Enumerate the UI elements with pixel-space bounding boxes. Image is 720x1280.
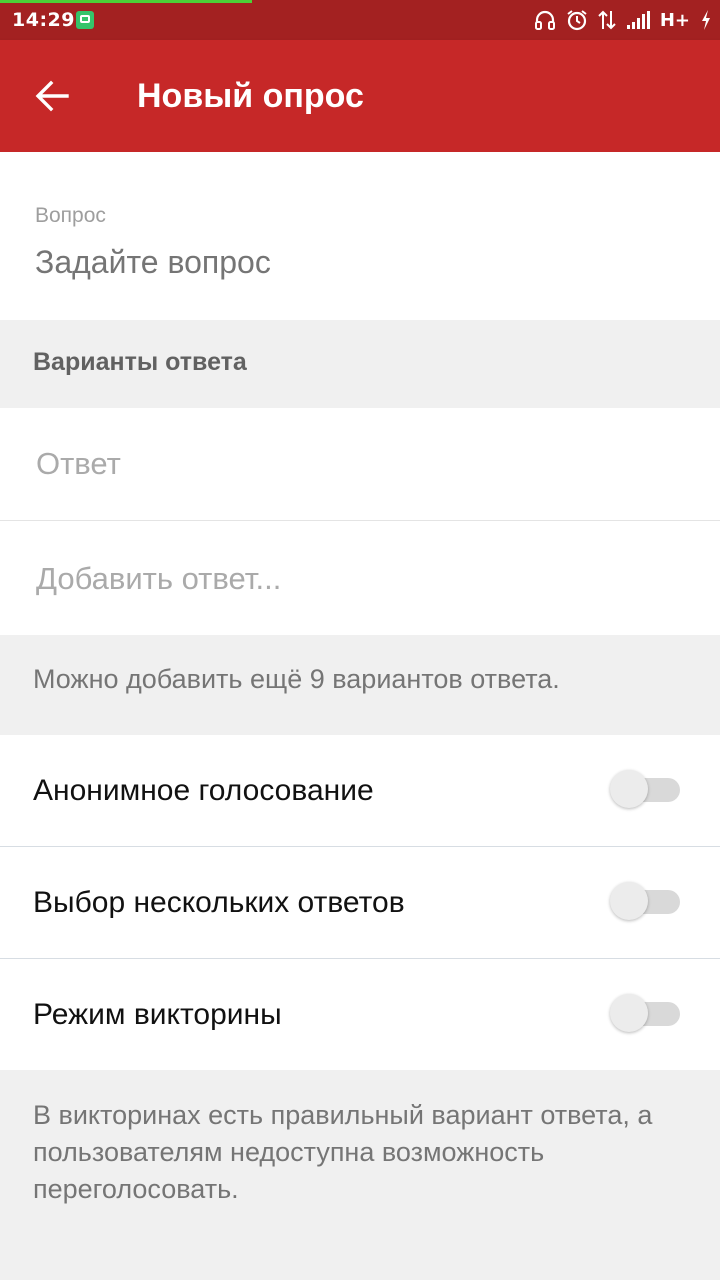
- question-card: Вопрос: [0, 152, 720, 320]
- multiple-answers-label: Выбор нескольких ответов: [33, 885, 405, 919]
- status-icons: H+: [534, 7, 712, 33]
- quiz-mode-note: В викторинах есть правильный вариант отв…: [33, 1100, 653, 1204]
- headset-icon: [534, 10, 555, 30]
- anonymous-voting-row[interactable]: Анонимное голосование: [0, 735, 720, 847]
- signal-icon: [626, 11, 650, 29]
- arrow-back-icon: [35, 80, 69, 112]
- quiz-mode-row[interactable]: Режим викторины: [0, 959, 720, 1071]
- data-arrows-icon: [598, 10, 616, 30]
- add-answer-placeholder: Добавить ответ...: [36, 560, 282, 596]
- alarm-icon: [567, 10, 587, 31]
- answers-card: Ответ Добавить ответ...: [0, 408, 720, 635]
- question-input[interactable]: [35, 244, 675, 281]
- page-title: Новый опрос: [137, 77, 364, 115]
- back-button[interactable]: [20, 64, 84, 128]
- answer-placeholder: Ответ: [36, 446, 121, 481]
- answers-limit-hint: Можно добавить ещё 9 вариантов ответа.: [33, 664, 560, 694]
- switch-thumb: [610, 770, 648, 808]
- status-time: 14:29: [12, 9, 75, 31]
- switch-thumb: [610, 994, 648, 1032]
- question-label: Вопрос: [35, 204, 106, 227]
- status-progress-line: [0, 0, 252, 3]
- app-bar: Новый опрос: [0, 40, 720, 152]
- status-bar: 14:29 H+: [0, 0, 720, 40]
- switch-thumb: [610, 882, 648, 920]
- multiple-answers-switch[interactable]: [610, 882, 680, 920]
- answers-section-header: Варианты ответа: [33, 348, 247, 376]
- add-answer-field[interactable]: Добавить ответ...: [0, 522, 720, 635]
- quiz-mode-label: Режим викторины: [33, 998, 282, 1031]
- settings-card: Анонимное голосование Выбор нескольких о…: [0, 735, 720, 1070]
- app-notification-icon: [76, 11, 94, 29]
- network-type-label: H+: [659, 9, 690, 31]
- answer-field[interactable]: Ответ: [0, 408, 720, 521]
- charging-icon: [702, 10, 710, 30]
- anonymous-voting-switch[interactable]: [610, 770, 680, 808]
- anonymous-voting-label: Анонимное голосование: [33, 773, 374, 807]
- multiple-answers-row[interactable]: Выбор нескольких ответов: [0, 847, 720, 959]
- quiz-mode-switch[interactable]: [610, 994, 680, 1032]
